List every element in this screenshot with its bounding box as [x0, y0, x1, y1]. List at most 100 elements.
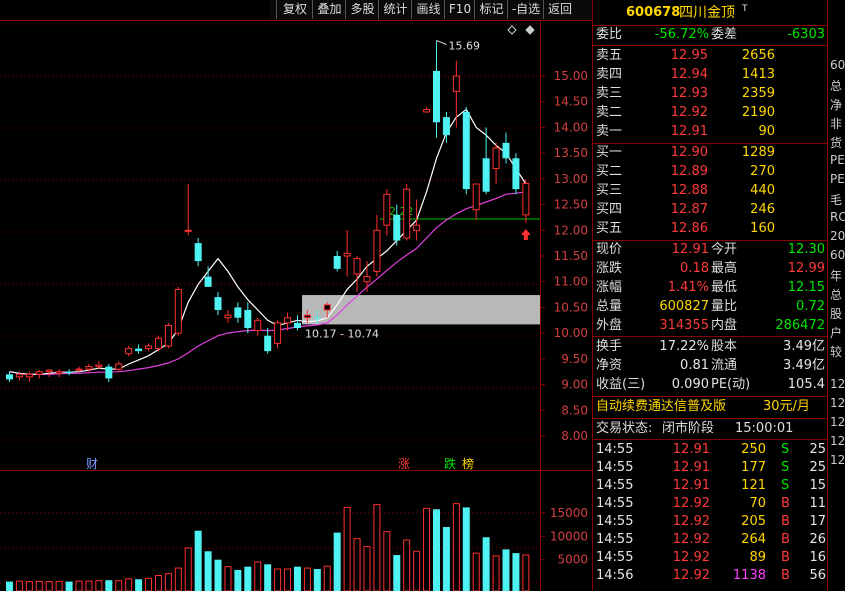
candle-body [423, 108, 431, 113]
divider [593, 418, 828, 419]
volume-bar [363, 546, 371, 591]
tick-price: 12.92 [672, 514, 710, 529]
candle-body [393, 214, 401, 241]
strip-label: PE [830, 172, 845, 186]
strip-label: 12 [830, 434, 845, 448]
candle-body [452, 75, 460, 92]
trade-tick: 14:55 12.91 121 S 15 [593, 477, 828, 495]
candle-body [303, 314, 311, 319]
candle-body [95, 364, 103, 368]
toolbar-button[interactable]: 统计 [378, 0, 412, 19]
ask-price: 12.95 [670, 48, 708, 63]
ask-volume: 2359 [741, 86, 775, 101]
bid-label: 买一 [596, 145, 623, 160]
volume-bar [373, 504, 381, 591]
strip-label: 年 [830, 269, 843, 283]
bid-price: 12.86 [670, 221, 708, 236]
event-marker[interactable]: 跌 [444, 456, 456, 471]
weicha-label: 委差 [711, 27, 738, 42]
weibi-row: 委比 -56.72% 委差 -6303 [593, 26, 828, 44]
stat-value: 600827 [659, 299, 709, 314]
volume-bar [353, 538, 361, 591]
stock-name[interactable]: 四川金顶 [679, 2, 735, 24]
volume-bar [75, 580, 83, 591]
candle-body [45, 369, 53, 373]
bid-level: 买一 12.90 1289 [593, 144, 828, 162]
candle-body [164, 324, 172, 347]
diamond-icon[interactable] [525, 25, 535, 35]
strip-label: 净 [830, 98, 843, 112]
tick-price: 12.92 [672, 532, 710, 547]
volume-bar [115, 580, 123, 591]
range-label: 10.17 - 10.74 [305, 327, 379, 340]
volume-bar [522, 554, 530, 591]
range-highlight-box [302, 295, 540, 325]
candle-body [413, 224, 421, 231]
volume-bar [482, 537, 490, 591]
volume-bar [502, 549, 510, 591]
toolbar-button[interactable]: -自选 [507, 0, 544, 19]
toolbar-button[interactable]: 画线 [411, 0, 445, 19]
strip-label: 60 [830, 58, 845, 72]
stat-value: 12.99 [787, 261, 825, 276]
toolbar-button[interactable]: F10 [444, 0, 475, 19]
candle-body [284, 317, 292, 324]
toolbar-button[interactable]: 叠加 [312, 0, 346, 19]
tick-time: 14:56 [596, 568, 634, 583]
diamond-icon[interactable] [507, 25, 517, 35]
candle-body [254, 319, 262, 332]
ad-text[interactable]: 自动续费通达信普及版 [596, 398, 726, 416]
volume-bar [423, 507, 431, 591]
toolbar-button[interactable]: 多股 [345, 0, 379, 19]
stat-value: 12.91 [671, 242, 709, 257]
tick-time: 14:55 [596, 514, 634, 529]
bid-volume: 1289 [741, 145, 775, 160]
subscription-ad[interactable]: 自动续费通达信普及版 30元/月 [593, 398, 828, 416]
ask-label: 卖三 [596, 86, 623, 101]
volume-bar [512, 553, 520, 591]
fund-label: PE(动) [711, 377, 751, 392]
toolbar-button[interactable]: 标记 [474, 0, 508, 19]
ask-price: 12.94 [670, 67, 708, 82]
volume-bar [35, 580, 43, 591]
event-marker[interactable]: 榜 [462, 456, 474, 471]
volume-bar [95, 580, 103, 591]
weicha-value: -6303 [787, 27, 825, 42]
event-marker[interactable]: 涨 [398, 456, 410, 471]
volume-bar [323, 565, 331, 591]
candle-body [502, 142, 510, 159]
tick-count: 56 [809, 568, 826, 583]
stat-label: 今开 [711, 242, 738, 257]
stat-label: 现价 [596, 242, 623, 257]
volume-bar [432, 509, 440, 591]
ad-price[interactable]: 30元/月 [763, 398, 810, 416]
tick-side: B [781, 532, 790, 547]
toolbar-button[interactable]: 复权 [276, 0, 313, 19]
bid-level: 买三 12.88 440 [593, 182, 828, 200]
toolbar-button[interactable]: 返回 [543, 0, 576, 19]
volume-bar [383, 531, 391, 591]
candle-body [472, 183, 480, 211]
tick-time: 14:55 [596, 532, 634, 547]
candle-body [522, 182, 530, 216]
ask-label: 卖四 [596, 67, 623, 82]
candle-body [383, 193, 391, 226]
stat-label: 最低 [711, 280, 738, 295]
kline-chart[interactable]: 15.00 14.50 14.00 13.50 13.00 12.50 12.00 11.50… [0, 0, 592, 591]
bid-label: 买二 [596, 164, 623, 179]
up-arrow-icon [520, 229, 531, 240]
candle-body [204, 276, 212, 287]
high-price-label: 15.69 [448, 40, 480, 53]
stock-header: 600678 四川金顶 T [593, 2, 828, 24]
fund-value: 105.4 [787, 377, 825, 392]
volume-bar [214, 559, 222, 591]
tick-volume: 70 [749, 496, 766, 511]
kline-chart-area[interactable]: 15.00 14.50 14.00 13.50 13.00 12.50 12.00 11.50… [0, 0, 592, 591]
tick-count: 17 [809, 514, 826, 529]
volume-bar [393, 555, 401, 591]
event-marker[interactable]: 财 [86, 457, 98, 471]
strip-label: 12 [830, 415, 845, 429]
stat-value: 12.30 [787, 242, 825, 257]
candle-body [115, 363, 123, 370]
volume-bar [462, 507, 470, 591]
